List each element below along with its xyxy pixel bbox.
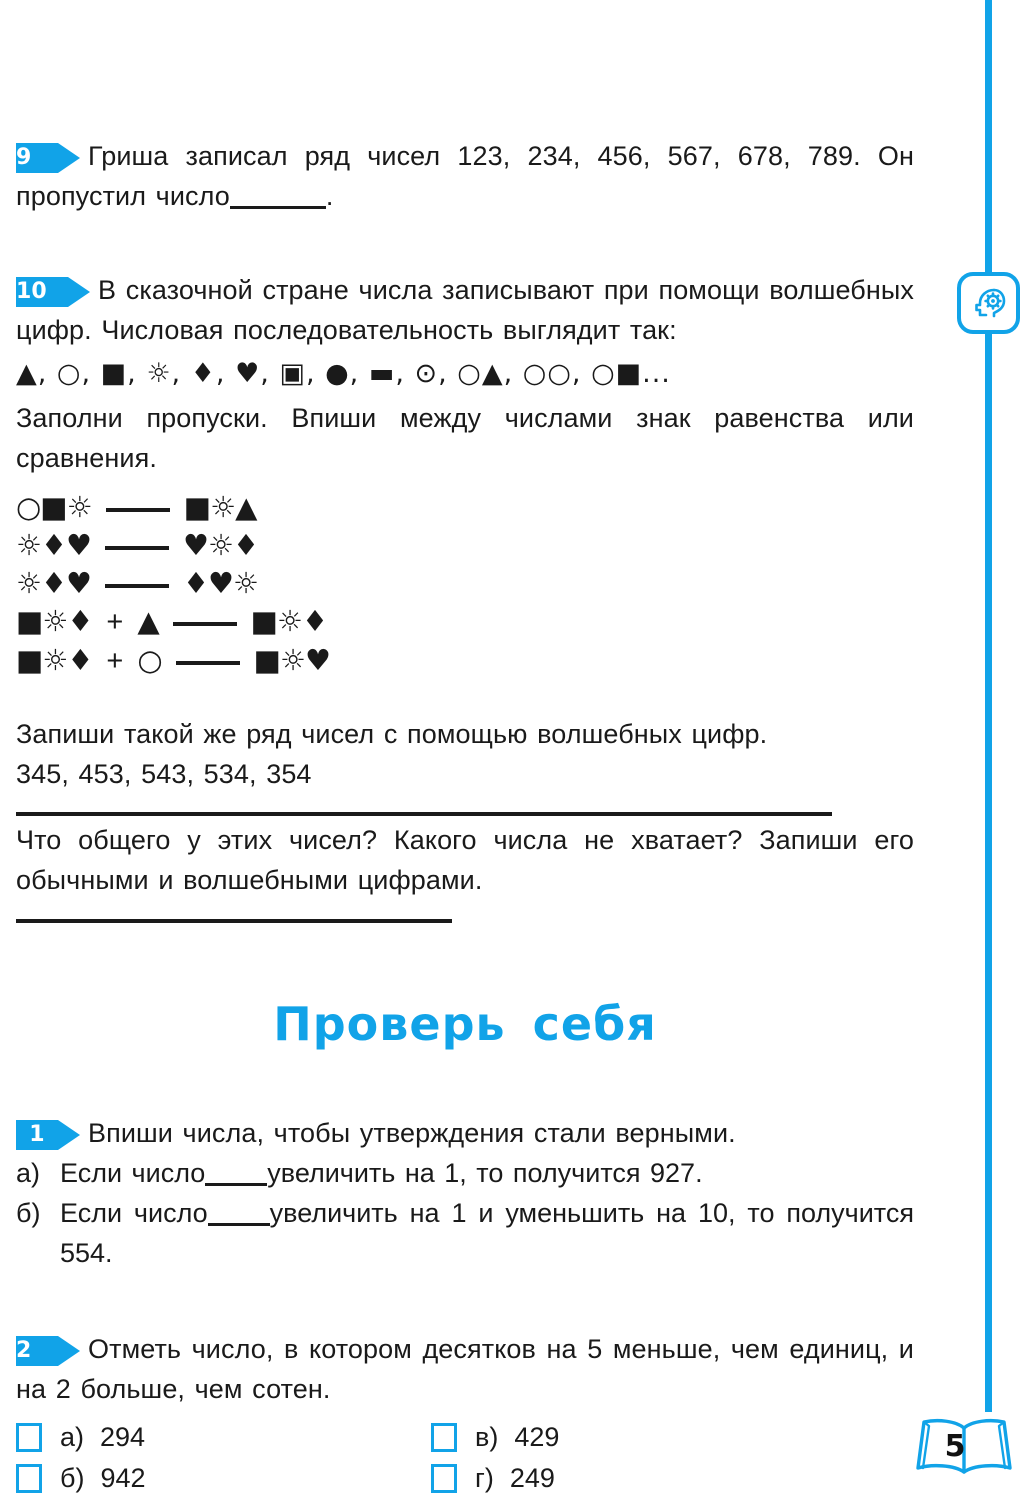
choice-checkbox[interactable] xyxy=(16,1423,42,1452)
comparison-right: ■☼♥ xyxy=(253,643,331,677)
task-9-answer-blank[interactable] xyxy=(229,206,326,209)
choice-label: в) xyxy=(475,1422,499,1452)
series-numbers: 345, 453, 543, 534, 354 xyxy=(16,759,312,789)
page-content: 9 Гриша записал ряд чисел 123, 234, 456, … xyxy=(16,0,914,1499)
self-check-task-2: 2 Отметь число, в котором десятков на 5 м… xyxy=(16,1329,914,1499)
task-number-badge: 9 xyxy=(16,142,80,173)
comparison-right: ■☼♦ xyxy=(250,604,328,638)
comparison-row: ○■☼ ■☼▲ xyxy=(16,488,914,526)
item-label: а) xyxy=(16,1158,41,1188)
choice-option[interactable]: в) 429 xyxy=(431,1417,846,1458)
prompt-text: Отметь число, в котором десятков на 5 ме… xyxy=(16,1334,914,1404)
choice-option[interactable]: а) 294 xyxy=(16,1417,431,1458)
task-number-badge: 2 xyxy=(16,1335,80,1366)
choice-label: а) xyxy=(60,1422,85,1452)
prompt-text: Впиши числа, чтобы утверждения стали вер… xyxy=(88,1118,736,1148)
comparison-blank[interactable] xyxy=(175,661,240,665)
comparison-blank[interactable] xyxy=(172,622,237,626)
task-number-badge: 10 xyxy=(16,276,90,307)
comparison-rows: ○■☼ ■☼▲ ☼♦♥ ♥☼♦ ☼♦♥ ♦♥☼ ■☼♦ + ▲ ■☼♦ ■☼♦ + ○ ■☼♥ xyxy=(16,488,914,680)
comparison-left: ■☼♦ xyxy=(16,604,93,638)
item-text-before: Если число xyxy=(60,1158,206,1188)
task-10-question: Что общего у этих чисел? Какого числа не… xyxy=(16,825,914,895)
item-answer-blank[interactable] xyxy=(207,1223,270,1226)
comparison-right: ♥☼♦ xyxy=(183,528,259,562)
self-check-item-b: б) Если число увеличить на 1 и уменьшить н… xyxy=(16,1193,914,1273)
task-10: 10 В сказочной стране числа записывают пр… xyxy=(16,270,914,923)
choice-checkbox[interactable] xyxy=(431,1464,457,1493)
comparison-right: ■☼▲ xyxy=(183,490,258,524)
comparison-left: ■☼♦ xyxy=(16,643,93,677)
head-with-gear-icon xyxy=(957,272,1020,334)
task-9-statement: Гриша записал ряд чисел 123, 234, 456, 5… xyxy=(16,141,914,211)
item-text-before: Если число xyxy=(60,1198,208,1228)
choice-value: 942 xyxy=(100,1463,146,1493)
write-series-prompt: Запиши такой же ряд чисел с помощью волш… xyxy=(16,719,768,749)
comparison-blank[interactable] xyxy=(105,508,170,512)
choice-option[interactable]: б) 942 xyxy=(16,1458,431,1499)
answer-line[interactable] xyxy=(16,812,832,816)
comparison-right: ♦♥☼ xyxy=(183,566,259,600)
comparison-row: ☼♦♥ ♥☼♦ xyxy=(16,526,914,564)
self-check-task-1-prompt: 1 Впиши числа, чтобы утверждения стали ве… xyxy=(16,1113,914,1153)
choice-value: 294 xyxy=(100,1422,146,1452)
choice-label: б) xyxy=(60,1463,85,1493)
answer-line[interactable] xyxy=(16,919,452,923)
page-footer: 5 xyxy=(912,1414,1016,1480)
choice-checkbox[interactable] xyxy=(431,1423,457,1452)
comparison-addend: ▲ xyxy=(137,604,159,638)
choice-value: 429 xyxy=(514,1422,560,1452)
comparison-row: ■☼♦ + ○ ■☼♥ xyxy=(16,641,914,680)
task-9: 9 Гриша записал ряд чисел 123, 234, 456, … xyxy=(16,136,914,216)
comparison-left: ○■☼ xyxy=(16,490,93,524)
page-number: 5 xyxy=(944,1429,966,1464)
comparison-row: ■☼♦ + ▲ ■☼♦ xyxy=(16,602,914,641)
task-9-text: 9 Гриша записал ряд чисел 123, 234, 456, … xyxy=(16,136,914,216)
item-label: б) xyxy=(16,1198,41,1228)
comparison-left: ☼♦♥ xyxy=(16,566,92,600)
comparison-row: ☼♦♥ ♦♥☼ xyxy=(16,564,914,602)
choice-checkbox[interactable] xyxy=(16,1464,42,1493)
self-check-heading: Проверь себя xyxy=(273,997,657,1051)
task-9-period: . xyxy=(325,181,334,211)
self-check-task-1: 1 Впиши числа, чтобы утверждения стали ве… xyxy=(16,1113,914,1273)
choice-label: г) xyxy=(475,1463,494,1493)
plus-operator: + xyxy=(106,645,124,677)
comparison-blank[interactable] xyxy=(105,546,169,550)
task-10-intro: 10 В сказочной стране числа записывают пр… xyxy=(16,270,914,350)
task-number-badge: 1 xyxy=(16,1119,80,1150)
self-check-item-a: а) Если число увеличить на 1, то получится… xyxy=(16,1153,914,1193)
choice-option[interactable]: г) 249 xyxy=(431,1458,846,1499)
comparison-addend: ○ xyxy=(137,643,162,677)
choice-value: 249 xyxy=(509,1463,555,1493)
task-10-instruction: Заполни пропуски. Впиши между числами зн… xyxy=(16,403,914,473)
task-10-intro-text: В сказочной стране числа записывают при … xyxy=(16,275,914,345)
item-answer-blank[interactable] xyxy=(205,1183,268,1186)
comparison-left: ☼♦♥ xyxy=(16,528,92,562)
plus-operator: + xyxy=(106,606,124,638)
item-text-after: увеличить на 1, то получится 927. xyxy=(267,1158,703,1188)
comparison-blank[interactable] xyxy=(105,584,169,588)
magic-digit-sequence: ▲, ○, ■, ☼, ♦, ♥, ▣, ●, ▬, ⊙, ○▲, ○○, ○■… xyxy=(16,358,671,389)
self-check-task-2-prompt: 2 Отметь число, в котором десятков на 5 м… xyxy=(16,1329,914,1409)
right-margin-rule xyxy=(985,0,992,1412)
